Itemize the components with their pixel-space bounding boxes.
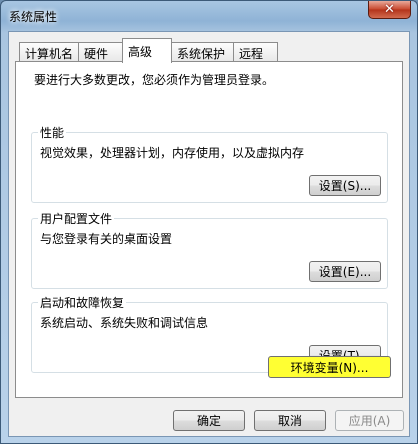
user-profiles-settings-button[interactable]: 设置(E)... xyxy=(309,261,381,282)
startup-recovery-group-title: 启动和故障恢复 xyxy=(38,294,127,311)
performance-description: 视觉效果，处理器计划，内存使用，以及虚拟内存 xyxy=(40,146,305,160)
dialog-button-bar: 确定 取消 应用(A) xyxy=(9,402,409,438)
close-button[interactable]: ✕ xyxy=(368,1,411,19)
performance-group-title: 性能 xyxy=(38,124,67,141)
startup-recovery-description: 系统启动、系统失败和调试信息 xyxy=(40,316,209,330)
apply-button[interactable]: 应用(A) xyxy=(335,410,404,431)
ok-button[interactable]: 确定 xyxy=(173,410,245,431)
user-profiles-group: 用户配置文件 与您登录有关的桌面设置 设置(E)... xyxy=(31,210,388,289)
tab-remote[interactable]: 远程 xyxy=(233,42,278,61)
title-bar[interactable]: 系统属性 ✕ xyxy=(1,1,417,31)
dialog-client-area: 计算机名 硬件 高级 系统保护 远程 要进行大多数更改，您必须作为管理员登录。 … xyxy=(8,31,410,437)
tab-advanced[interactable]: 高级 xyxy=(122,38,172,63)
system-properties-window: 系统属性 ✕ 计算机名 硬件 高级 系统保护 远程 要进行大多数更改，您必须作为… xyxy=(0,0,418,444)
cancel-button[interactable]: 取消 xyxy=(254,410,326,431)
environment-variables-button[interactable]: 环境变量(N)... xyxy=(268,356,391,378)
user-profiles-group-title: 用户配置文件 xyxy=(38,210,115,227)
performance-group: 性能 视觉效果，处理器计划，内存使用，以及虚拟内存 设置(S)... xyxy=(31,124,388,203)
close-icon: ✕ xyxy=(384,2,395,17)
tab-computer-name[interactable]: 计算机名 xyxy=(19,42,79,61)
admin-note: 要进行大多数更改，您必须作为管理员登录。 xyxy=(34,73,275,87)
performance-settings-button[interactable]: 设置(S)... xyxy=(309,175,381,196)
tab-system-protection[interactable]: 系统保护 xyxy=(171,42,234,61)
tab-hardware[interactable]: 硬件 xyxy=(78,42,123,61)
advanced-tab-panel: 要进行大多数更改，您必须作为管理员登录。 性能 视觉效果，处理器计划，内存使用，… xyxy=(15,61,403,398)
window-title: 系统属性 xyxy=(9,10,58,24)
user-profiles-description: 与您登录有关的桌面设置 xyxy=(40,232,173,246)
